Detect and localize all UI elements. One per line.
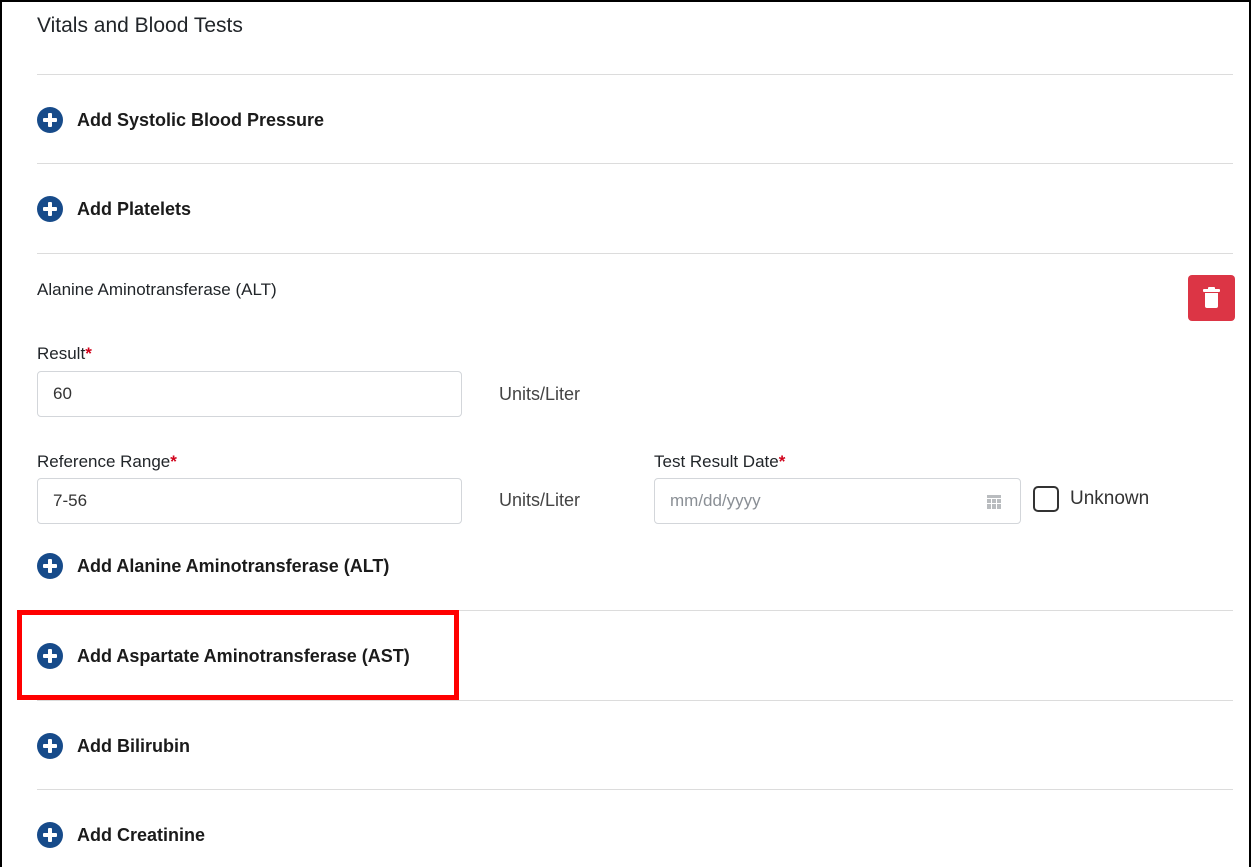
reference-range-label: Reference Range* [37, 452, 177, 471]
divider [37, 253, 1233, 254]
add-systolic-blood-pressure-button[interactable]: Add Systolic Blood Pressure [37, 107, 324, 133]
test-result-date-input[interactable] [654, 478, 1021, 524]
plus-circle-icon [37, 196, 63, 222]
add-alt-label: Add Alanine Aminotransferase (ALT) [77, 555, 390, 576]
add-platelets-button[interactable]: Add Platelets [37, 196, 191, 222]
add-bilirubin-label: Add Bilirubin [77, 735, 190, 756]
add-bilirubin-button[interactable]: Add Bilirubin [37, 733, 190, 759]
unknown-checkbox[interactable] [1033, 486, 1059, 512]
unknown-label: Unknown [1070, 488, 1150, 509]
test-result-date-label: Test Result Date* [654, 452, 786, 471]
alt-entry-title: Alanine Aminotransferase (ALT) [37, 280, 277, 299]
result-unit: Units/Liter [499, 384, 581, 404]
trash-icon [1203, 287, 1220, 309]
divider [37, 163, 1233, 164]
add-alt-button[interactable]: Add Alanine Aminotransferase (ALT) [37, 553, 389, 579]
reference-range-unit: Units/Liter [499, 490, 581, 510]
result-input[interactable] [37, 371, 462, 417]
add-creatinine-label: Add Creatinine [77, 824, 206, 845]
divider [37, 74, 1233, 75]
plus-circle-icon [37, 553, 63, 579]
divider [37, 700, 1233, 701]
plus-circle-icon [37, 733, 63, 759]
add-systolic-label: Add Systolic Blood Pressure [77, 109, 325, 130]
add-creatinine-button[interactable]: Add Creatinine [37, 822, 205, 848]
divider [37, 789, 1233, 790]
highlight-box [17, 610, 459, 700]
calendar-icon[interactable] [987, 495, 1001, 509]
delete-alt-button[interactable] [1188, 275, 1235, 321]
unknown-checkbox-wrapper[interactable]: Unknown [1033, 486, 1149, 512]
plus-circle-icon [37, 107, 63, 133]
result-label: Result* [37, 344, 92, 363]
plus-circle-icon [37, 822, 63, 848]
add-platelets-label: Add Platelets [77, 198, 192, 219]
section-title: Vitals and Blood Tests [37, 14, 243, 37]
reference-range-input[interactable] [37, 478, 462, 524]
